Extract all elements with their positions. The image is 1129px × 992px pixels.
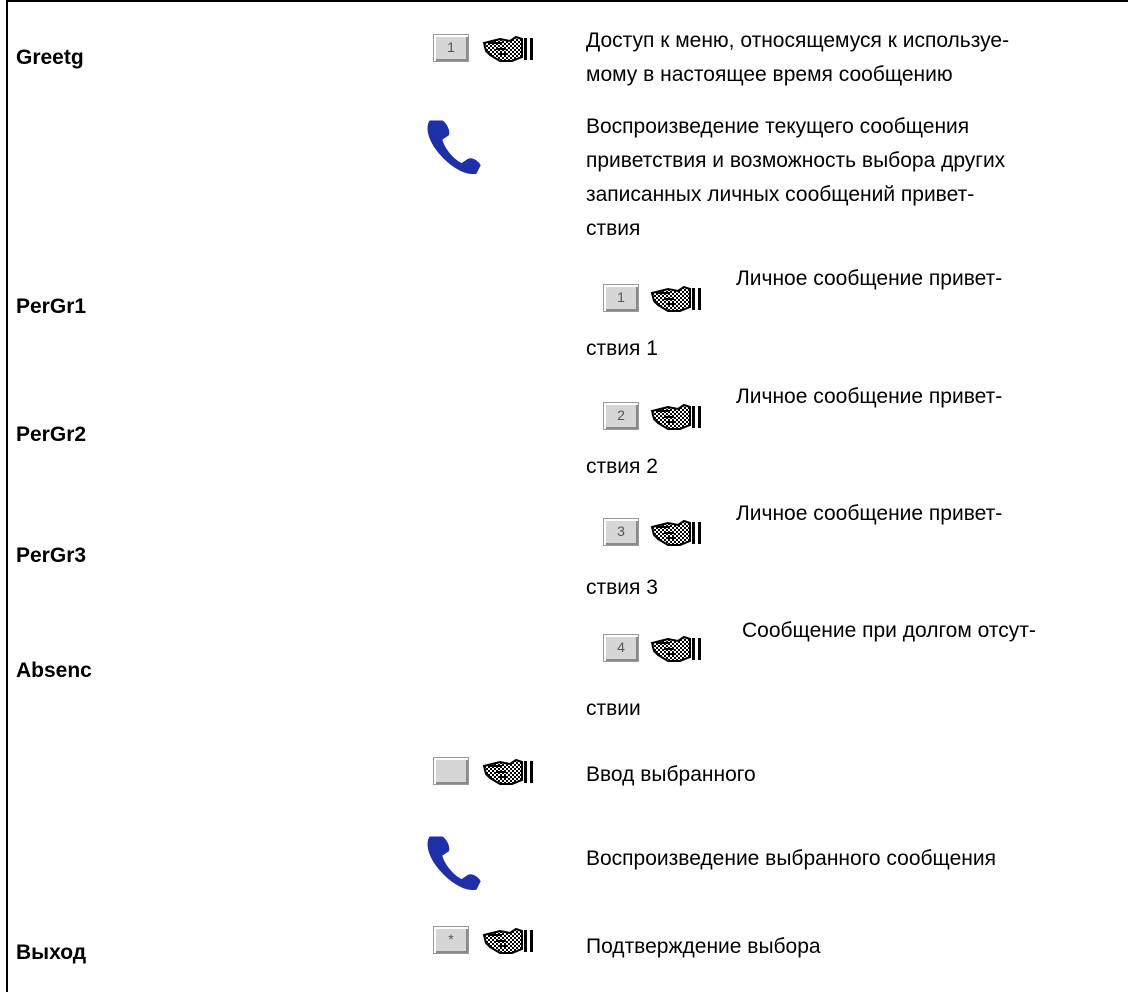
pointing-hand-icon [483, 36, 534, 62]
pointing-hand-icon [651, 286, 702, 312]
key-4-icon: 4 [603, 634, 639, 662]
key-star-icon: * [433, 926, 469, 954]
pointing-hand-icon [651, 520, 702, 546]
pointing-hand-icon [483, 928, 534, 954]
handset-icon [427, 836, 481, 891]
key-1-icon: 1 [603, 284, 639, 312]
pergr3-label: PerGr3 [16, 544, 87, 567]
play-current-line: Воспроизведение текущего сообщения [586, 115, 970, 138]
absenc-label: Absenc [16, 659, 92, 682]
play-selected-description: Воспроизведение выбранного сообщения [586, 847, 996, 870]
play-current-description: Воспроизведение текущего сообщения приве… [586, 110, 1005, 246]
key-1-icon: 1 [433, 34, 469, 62]
greetg-description-line: мому в настоящее время сообщению [586, 63, 953, 86]
absenc-description-cont: ствии [586, 697, 641, 720]
absenc-description: Сообщение при долгом отсут- [742, 619, 1036, 642]
enter-description: Ввод выбранного [586, 763, 756, 786]
greetg-description: Доступ к меню, относящемуся к используе-… [586, 24, 1009, 92]
key-3-icon: 3 [603, 518, 639, 546]
play-current-line: приветствия и возможность выбора других [586, 149, 1006, 172]
pointing-hand-icon [651, 636, 702, 662]
pergr1-label: PerGr1 [16, 295, 87, 318]
play-current-line: записанных личных сообщений привет- [586, 183, 975, 206]
pergr2-description: Личное сообщение привет- [736, 385, 1003, 408]
pergr2-label: PerGr2 [16, 423, 87, 446]
greetg-label: Greetg [16, 46, 84, 69]
exit-label: Выход [16, 941, 87, 964]
pergr3-description-cont: ствия 3 [586, 576, 658, 599]
pergr1-description: Личное сообщение привет- [736, 267, 1003, 290]
pergr1-description-cont: ствия 1 [586, 337, 658, 360]
key-blank-icon [433, 757, 469, 785]
play-current-line: ствия [586, 217, 641, 240]
pointing-hand-icon [483, 759, 534, 785]
exit-description: Подтверждение выбора [586, 935, 821, 958]
pointing-hand-icon [651, 404, 702, 430]
greetg-description-line: Доступ к меню, относящемуся к используе- [586, 29, 1010, 52]
key-2-icon: 2 [603, 402, 639, 430]
handset-icon [427, 120, 481, 175]
pergr2-description-cont: ствия 2 [586, 455, 658, 478]
pergr3-description: Личное сообщение привет- [736, 502, 1003, 525]
